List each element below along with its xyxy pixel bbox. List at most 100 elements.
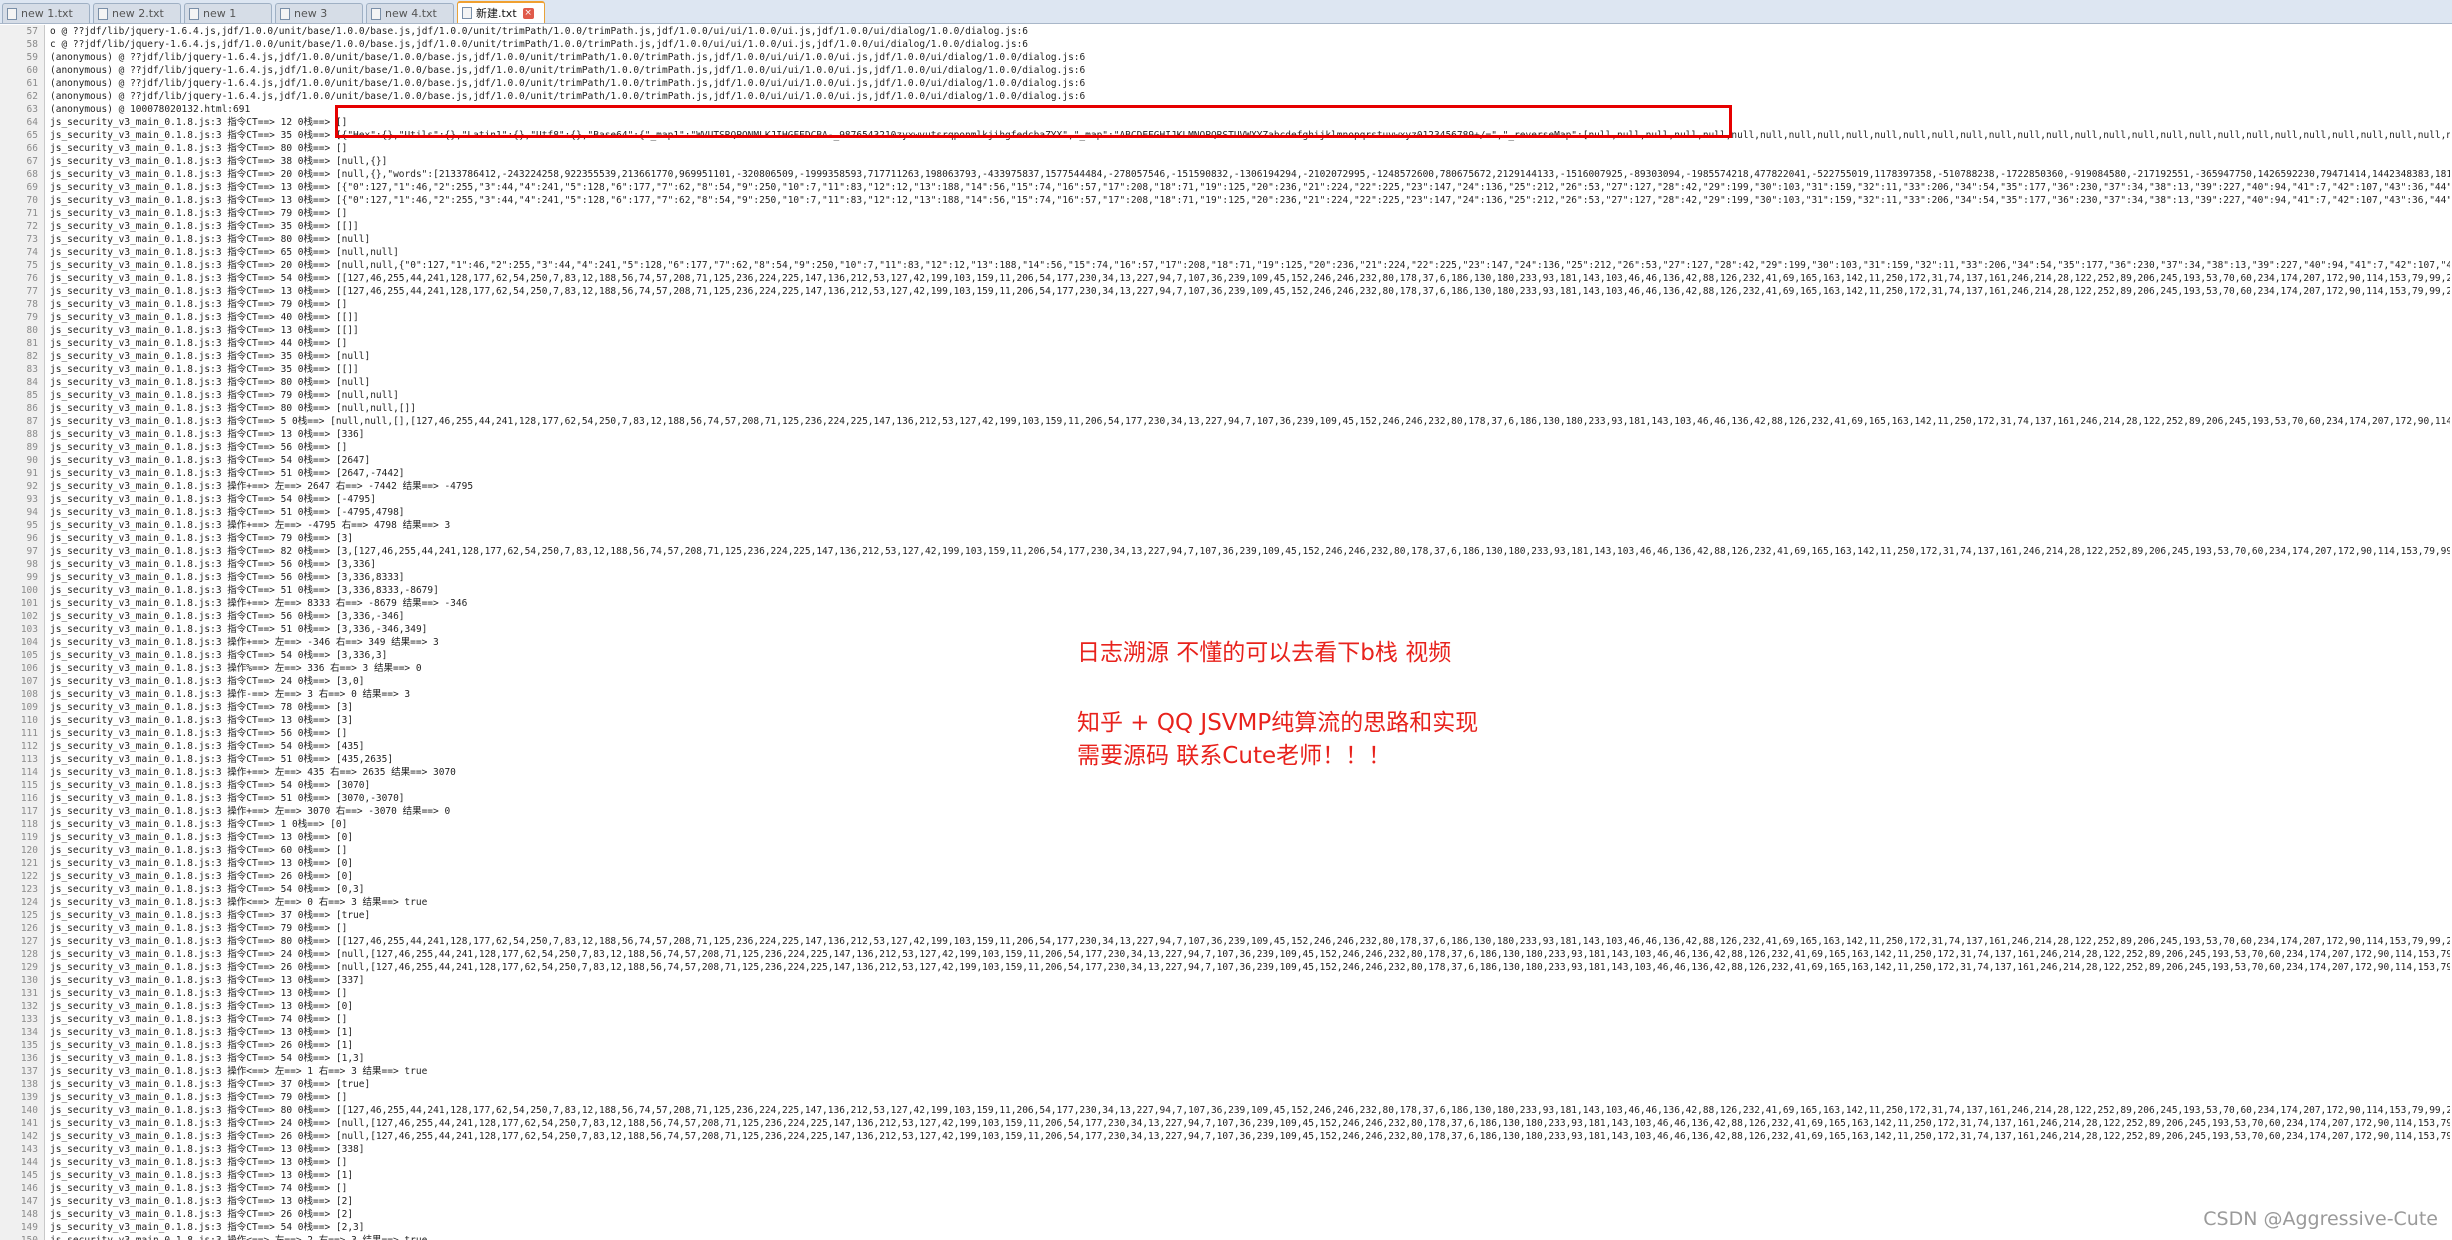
log-line: js_security_v3_main_0.1.8.js:3 指令CT==> 1… <box>50 1196 354 1207</box>
line-number: 127 <box>20 936 38 947</box>
log-line: js_security_v3_main_0.1.8.js:3 指令CT==> 2… <box>50 871 354 882</box>
line-number: 86 <box>26 403 38 414</box>
log-line: js_security_v3_main_0.1.8.js:3 指令CT==> 1… <box>50 975 365 986</box>
log-line: js_security_v3_main_0.1.8.js:3 指令CT==> 8… <box>50 546 2450 557</box>
line-number: 78 <box>26 299 38 310</box>
line-number: 120 <box>20 845 38 856</box>
log-line: js_security_v3_main_0.1.8.js:3 指令CT==> 5… <box>50 416 2450 427</box>
tab-bar: new 1.txt new 2.txt new 1 new 3 new 4.txt 新建.… <box>0 0 2452 24</box>
log-line: js_security_v3_main_0.1.8.js:3 指令CT==> 5… <box>50 884 365 895</box>
log-line: js_security_v3_main_0.1.8.js:3 操作-==> 左=… <box>50 689 411 700</box>
annotation-line-3: 需要源码 联系Cute老师！！！ <box>1077 743 1392 769</box>
line-number: 133 <box>20 1014 38 1025</box>
line-number: 91 <box>26 468 38 479</box>
line-number: 113 <box>20 754 38 765</box>
log-line: o @ ??jdf/lib/jquery-1.6.4.js,jdf/1.0.0/… <box>50 26 1029 37</box>
log-line: js_security_v3_main_0.1.8.js:3 指令CT==> 7… <box>50 923 348 934</box>
line-number: 65 <box>26 130 38 141</box>
log-line: js_security_v3_main_0.1.8.js:3 指令CT==> 1… <box>50 182 2450 193</box>
tab-label: new 3 <box>294 7 328 20</box>
log-line: js_security_v3_main_0.1.8.js:3 指令CT==> 7… <box>50 1092 348 1103</box>
tab-label: new 2.txt <box>112 7 164 20</box>
tab-4[interactable]: new 3 <box>275 3 363 23</box>
line-number: 67 <box>26 156 38 167</box>
line-number: 110 <box>20 715 38 726</box>
line-number: 99 <box>26 572 38 583</box>
line-number: 126 <box>20 923 38 934</box>
log-line: (anonymous) @ ??jdf/lib/jquery-1.6.4.js,… <box>50 91 1086 102</box>
log-line: js_security_v3_main_0.1.8.js:3 指令CT==> 1… <box>50 429 365 440</box>
line-number: 71 <box>26 208 38 219</box>
line-number: 81 <box>26 338 38 349</box>
file-icon <box>371 7 381 20</box>
log-line: js_security_v3_main_0.1.8.js:3 指令CT==> 2… <box>50 962 2450 973</box>
log-line: js_security_v3_main_0.1.8.js:3 指令CT==> 3… <box>50 910 371 921</box>
line-number: 142 <box>20 1131 38 1142</box>
log-line: js_security_v3_main_0.1.8.js:3 指令CT==> 8… <box>50 234 371 245</box>
line-number: 140 <box>20 1105 38 1116</box>
line-number: 98 <box>26 559 38 570</box>
log-line: js_security_v3_main_0.1.8.js:3 指令CT==> 3… <box>50 364 359 375</box>
line-number: 68 <box>26 169 38 180</box>
line-number: 69 <box>26 182 38 193</box>
log-line: js_security_v3_main_0.1.8.js:3 指令CT==> 5… <box>50 1222 365 1233</box>
line-number: 101 <box>20 598 38 609</box>
log-line: js_security_v3_main_0.1.8.js:3 操作+==> 左=… <box>50 520 451 531</box>
log-line: js_security_v3_main_0.1.8.js:3 指令CT==> 7… <box>50 390 399 401</box>
log-line: js_security_v3_main_0.1.8.js:3 操作+==> 左=… <box>50 598 468 609</box>
log-line: js_security_v3_main_0.1.8.js:3 指令CT==> 5… <box>50 273 2450 284</box>
log-line: js_security_v3_main_0.1.8.js:3 指令CT==> 1… <box>50 1001 354 1012</box>
log-line: js_security_v3_main_0.1.8.js:3 指令CT==> 1… <box>50 1027 354 1038</box>
line-number: 89 <box>26 442 38 453</box>
tab-6[interactable]: 新建.txt × <box>457 1 545 23</box>
log-line: js_security_v3_main_0.1.8.js:3 指令CT==> 7… <box>50 533 354 544</box>
line-number: 64 <box>26 117 38 128</box>
log-line: js_security_v3_main_0.1.8.js:3 指令CT==> 8… <box>50 143 348 154</box>
line-number: 100 <box>20 585 38 596</box>
close-icon[interactable]: × <box>522 7 534 19</box>
log-line: js_security_v3_main_0.1.8.js:3 指令CT==> 3… <box>50 1079 371 1090</box>
line-number: 131 <box>20 988 38 999</box>
line-number: 76 <box>26 273 38 284</box>
tab-label: new 1 <box>203 7 237 20</box>
tab-1[interactable]: new 1.txt <box>2 3 90 23</box>
log-line: js_security_v3_main_0.1.8.js:3 操作<==> 左=… <box>50 1066 428 1077</box>
line-number: 108 <box>20 689 38 700</box>
tab-2[interactable]: new 2.txt <box>93 3 181 23</box>
line-number: 95 <box>26 520 38 531</box>
log-line: js_security_v3_main_0.1.8.js:3 指令CT==> 4… <box>50 312 359 323</box>
log-line: js_security_v3_main_0.1.8.js:3 指令CT==> 8… <box>50 377 371 388</box>
log-line: js_security_v3_main_0.1.8.js:3 指令CT==> 5… <box>50 611 405 622</box>
line-number: 141 <box>20 1118 38 1129</box>
line-number: 111 <box>20 728 38 739</box>
log-line: js_security_v3_main_0.1.8.js:3 指令CT==> 1… <box>50 1170 354 1181</box>
line-number: 72 <box>26 221 38 232</box>
log-line: js_security_v3_main_0.1.8.js:3 操作+==> 左=… <box>50 481 474 492</box>
line-number: 118 <box>20 819 38 830</box>
log-line: js_security_v3_main_0.1.8.js:3 指令CT==> 1… <box>50 832 354 843</box>
tab-label: new 1.txt <box>21 7 73 20</box>
line-number: 122 <box>20 871 38 882</box>
line-number: 129 <box>20 962 38 973</box>
annotation-line-1: 日志溯源 不懂的可以去看下b栈 视频 <box>1077 640 1452 666</box>
line-number: 124 <box>20 897 38 908</box>
highlight-box <box>335 105 1732 138</box>
log-line: js_security_v3_main_0.1.8.js:3 指令CT==> 2… <box>50 949 2450 960</box>
tab-3[interactable]: new 1 <box>184 3 272 23</box>
line-number: 83 <box>26 364 38 375</box>
log-line: js_security_v3_main_0.1.8.js:3 指令CT==> 3… <box>50 221 359 232</box>
line-number: 114 <box>20 767 38 778</box>
line-number: 144 <box>20 1157 38 1168</box>
log-line: js_security_v3_main_0.1.8.js:3 操作+==> 左=… <box>50 806 451 817</box>
log-line: js_security_v3_main_0.1.8.js:3 操作<==> 左=… <box>50 1234 2450 1240</box>
log-line: js_security_v3_main_0.1.8.js:3 指令CT==> 5… <box>50 507 405 518</box>
log-line: js_security_v3_main_0.1.8.js:3 指令CT==> 5… <box>50 780 371 791</box>
log-line: js_security_v3_main_0.1.8.js:3 指令CT==> 8… <box>50 1105 2450 1116</box>
log-line: js_security_v3_main_0.1.8.js:3 指令CT==> 5… <box>50 1053 365 1064</box>
tab-5[interactable]: new 4.txt <box>366 3 454 23</box>
line-number: 75 <box>26 260 38 271</box>
line-number: 105 <box>20 650 38 661</box>
line-number: 128 <box>20 949 38 960</box>
file-icon <box>189 7 199 20</box>
line-number: 115 <box>20 780 38 791</box>
